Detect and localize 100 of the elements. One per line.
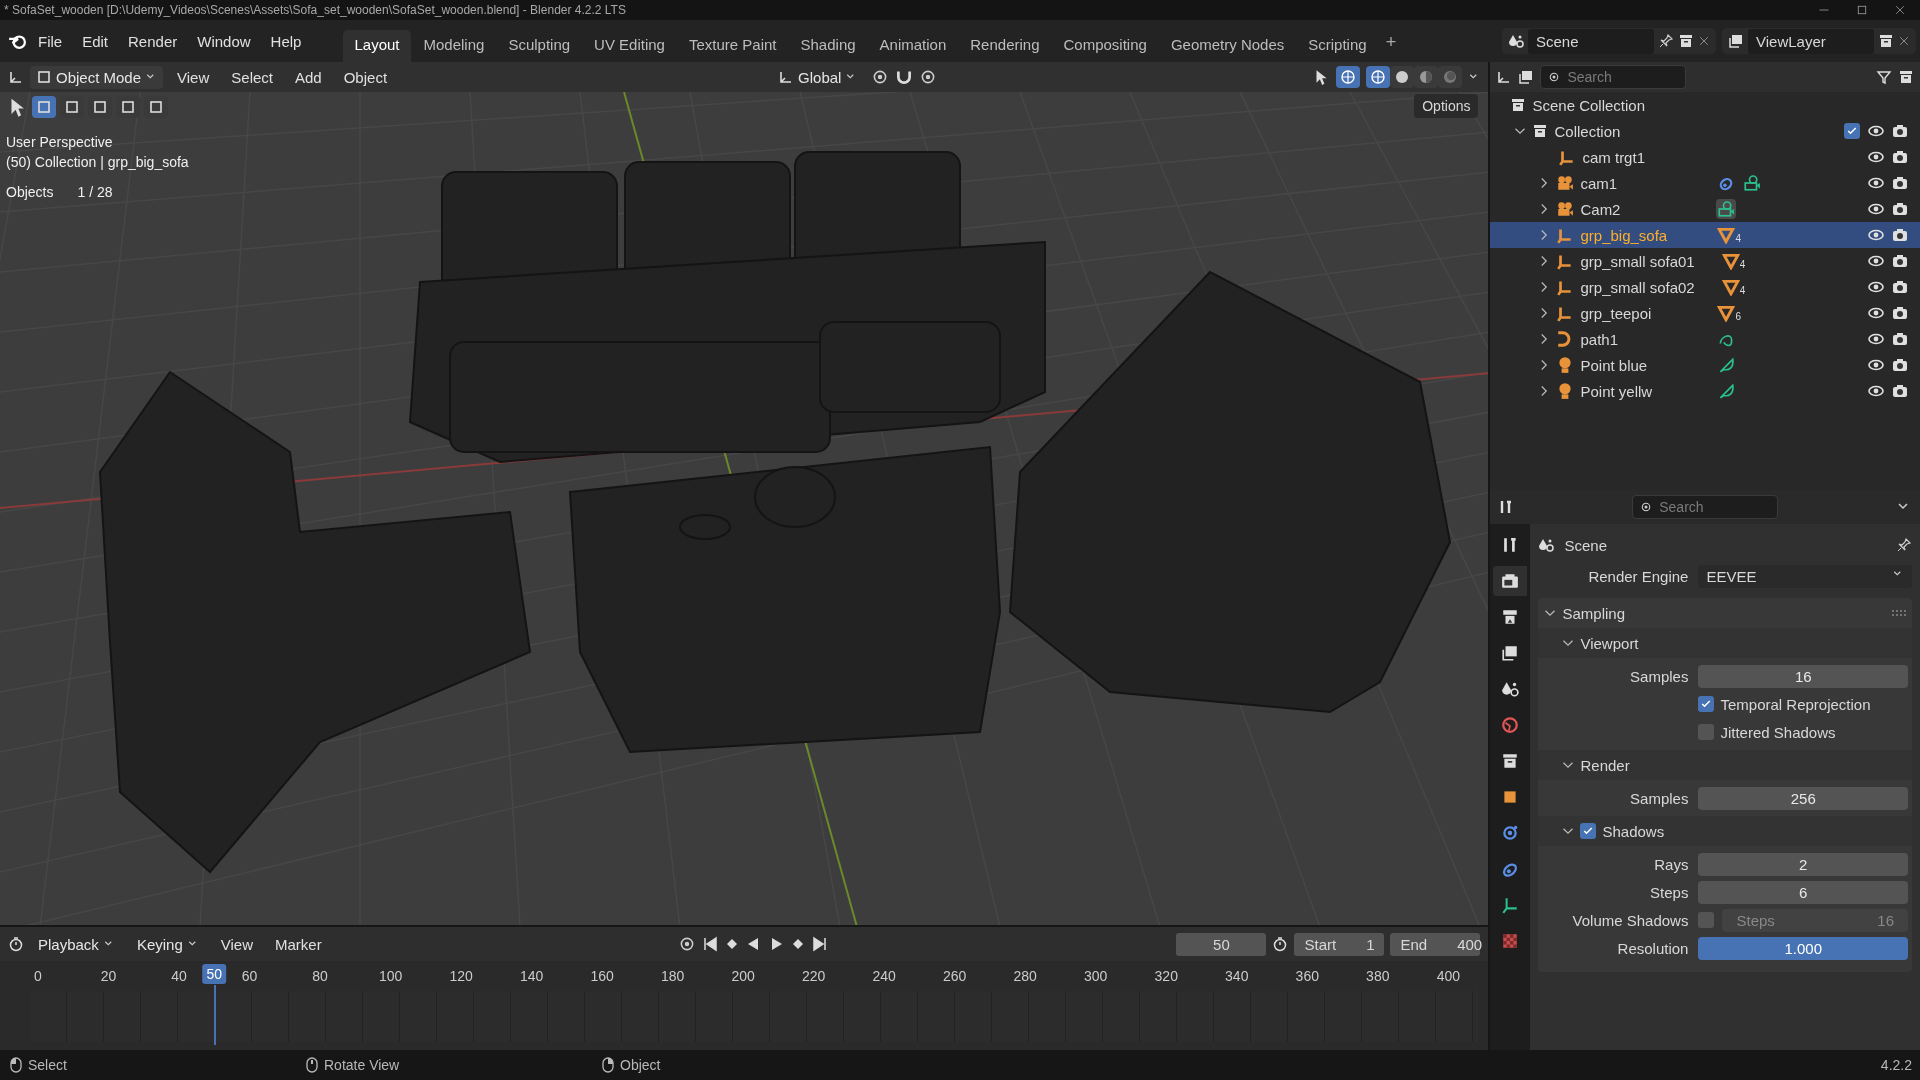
menu-item[interactable]: Select xyxy=(223,64,281,90)
mode-dropdown[interactable]: Object Mode xyxy=(30,65,164,89)
menu-item[interactable]: Playback xyxy=(30,932,123,956)
outliner-row[interactable]: grp_teepoi 6 xyxy=(1490,300,1920,326)
workspace-tab[interactable]: Texture Paint xyxy=(677,29,788,63)
menu-item[interactable]: View xyxy=(212,931,261,957)
close-icon[interactable] xyxy=(1698,35,1710,47)
eye-icon[interactable] xyxy=(1868,357,1884,373)
menu-item[interactable]: Object xyxy=(335,64,396,90)
eye-icon[interactable] xyxy=(1868,227,1884,243)
eye-icon[interactable] xyxy=(1868,253,1884,269)
overlay-button[interactable] xyxy=(1336,66,1361,88)
menu-item[interactable]: Render xyxy=(120,28,186,54)
outliner-row[interactable]: path1 xyxy=(1490,326,1920,352)
menu-item[interactable]: Edit xyxy=(74,28,117,54)
movie-camera-icon[interactable] xyxy=(1717,200,1736,218)
checkbox[interactable] xyxy=(1698,696,1715,712)
eye-icon[interactable] xyxy=(1868,305,1884,321)
current-frame-field[interactable]: 50 xyxy=(1176,932,1267,956)
section-title[interactable]: Viewport xyxy=(1580,634,1639,652)
number-field[interactable]: 256 xyxy=(1698,786,1908,810)
filter-icon[interactable] xyxy=(1876,69,1892,85)
camera-icon[interactable] xyxy=(1892,175,1908,191)
workspace-tab[interactable]: Sculpting xyxy=(497,29,582,63)
checkbox[interactable] xyxy=(1698,912,1715,928)
start-frame-field[interactable]: Start 1 xyxy=(1294,932,1385,956)
workspace-tab[interactable]: Modeling xyxy=(412,29,496,63)
display-mode-icon[interactable] xyxy=(1518,69,1535,85)
workspace-tab[interactable]: Shading xyxy=(789,29,867,63)
checkbox[interactable] xyxy=(1580,823,1597,839)
properties-tab[interactable] xyxy=(1493,566,1528,596)
menu-item[interactable]: Add xyxy=(287,64,330,90)
leaf-icon[interactable] xyxy=(1717,356,1736,374)
scene-selector[interactable]: Scene xyxy=(1502,28,1716,54)
camera-icon[interactable] xyxy=(1892,253,1908,269)
maximize-icon[interactable] xyxy=(1856,4,1868,16)
triangle-icon[interactable] xyxy=(1717,304,1736,322)
new-collection-icon[interactable] xyxy=(1898,69,1914,85)
menu-item[interactable]: File xyxy=(30,28,71,54)
editor-type-icon[interactable] xyxy=(8,936,24,952)
search-field[interactable]: Search xyxy=(1632,495,1779,519)
number-field[interactable]: 6 xyxy=(1698,880,1908,904)
close-icon[interactable] xyxy=(1894,4,1906,16)
editor-type-icon[interactable] xyxy=(8,69,24,85)
outliner-row[interactable]: grp_big_sofa 4 xyxy=(1490,222,1920,248)
menu-item[interactable]: Help xyxy=(262,28,310,54)
eye-icon[interactable] xyxy=(1868,175,1884,191)
pin-icon[interactable] xyxy=(1896,537,1912,553)
camera-icon[interactable] xyxy=(1892,149,1908,165)
workspace-tab[interactable]: Layout xyxy=(343,29,411,63)
section-title[interactable]: Shadows xyxy=(1602,822,1665,840)
add-workspace-button[interactable]: + xyxy=(1379,27,1403,63)
menu-item[interactable]: Marker xyxy=(267,931,330,957)
workspace-tab[interactable]: UV Editing xyxy=(583,29,676,63)
view-layer-selector[interactable]: ViewLayer xyxy=(1722,28,1916,54)
triangle-icon[interactable] xyxy=(1721,278,1740,296)
workspace-tab[interactable]: Compositing xyxy=(1052,29,1158,63)
triangle-icon[interactable] xyxy=(1717,226,1736,244)
orientation-dropdown[interactable]: Global xyxy=(770,65,866,89)
panel-title[interactable]: Sampling xyxy=(1562,604,1625,622)
menu-item[interactable]: Window xyxy=(189,28,259,54)
exclude-checkbox[interactable] xyxy=(1844,123,1860,139)
close-icon[interactable] xyxy=(1898,35,1910,47)
render-engine-dropdown[interactable]: EEVEE xyxy=(1698,564,1912,588)
menu-item[interactable]: Keying xyxy=(128,932,207,956)
search-field[interactable]: Search xyxy=(1540,65,1687,89)
workspace-tab[interactable]: Geometry Nodes xyxy=(1159,29,1296,63)
app-logo-icon[interactable] xyxy=(8,32,26,50)
jump-end-icon[interactable] xyxy=(812,936,829,952)
end-frame-field[interactable]: End 400 xyxy=(1390,932,1481,956)
eye-icon[interactable] xyxy=(1868,331,1884,347)
eye-icon[interactable] xyxy=(1868,149,1884,165)
leaf-icon[interactable] xyxy=(1717,382,1736,400)
outliner-row[interactable]: grp_small sofa02 4 xyxy=(1490,274,1920,300)
camera-icon[interactable] xyxy=(1892,279,1908,295)
camera-icon[interactable] xyxy=(1892,201,1908,217)
shading-button[interactable] xyxy=(1366,66,1391,88)
number-field[interactable]: 2 xyxy=(1698,852,1908,876)
workspace-tab[interactable]: Scripting xyxy=(1297,29,1378,63)
workspace-tab[interactable]: Rendering xyxy=(959,29,1051,63)
camera-icon[interactable] xyxy=(1892,383,1908,399)
tree-item[interactable]: Collection xyxy=(1554,122,1621,140)
outliner-row[interactable]: grp_small sofa01 4 xyxy=(1490,248,1920,274)
options-button[interactable]: Options xyxy=(1414,94,1479,118)
number-field[interactable]: 16 xyxy=(1698,664,1908,688)
outliner-row[interactable]: cam trgt1 xyxy=(1490,144,1920,170)
shading-button[interactable] xyxy=(1390,66,1415,88)
tree-item[interactable]: Scene Collection xyxy=(1532,96,1646,114)
outliner-row[interactable]: Point yellw xyxy=(1490,378,1920,404)
stopwatch-icon[interactable] xyxy=(1272,936,1289,952)
triangle-icon[interactable] xyxy=(1721,252,1740,270)
camera-icon[interactable] xyxy=(1892,123,1908,139)
eye-icon[interactable] xyxy=(1868,383,1884,399)
camera-icon[interactable] xyxy=(1892,331,1908,347)
outliner-row[interactable]: Point blue xyxy=(1490,352,1920,378)
eye-icon[interactable] xyxy=(1868,201,1884,217)
select-mode-button[interactable] xyxy=(32,96,56,118)
outliner-row[interactable]: cam1 xyxy=(1490,170,1920,196)
eye-icon[interactable] xyxy=(1868,123,1884,139)
snap-icon[interactable] xyxy=(895,68,914,86)
